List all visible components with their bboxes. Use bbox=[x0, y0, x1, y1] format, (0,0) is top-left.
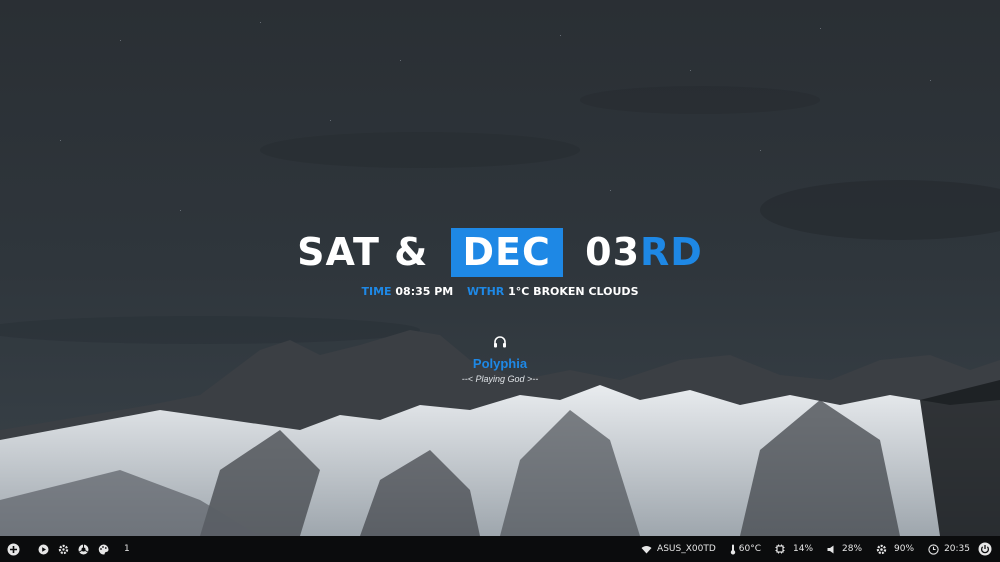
date-suffix: RD bbox=[640, 230, 703, 274]
wifi-module[interactable]: ASUS_X00TD bbox=[641, 544, 716, 554]
chrome-icon[interactable] bbox=[76, 542, 90, 556]
weather-value: 1°C BROKEN CLOUDS bbox=[508, 285, 639, 298]
plus-circle-icon[interactable] bbox=[6, 542, 20, 556]
wifi-ssid: ASUS_X00TD bbox=[657, 544, 716, 554]
date-widget: SAT & DEC 03RD bbox=[0, 228, 1000, 277]
brightness-icon bbox=[876, 544, 887, 554]
ampersand: & bbox=[394, 230, 429, 274]
song-title: --< Playing God >-- bbox=[461, 374, 539, 384]
wifi-icon bbox=[641, 545, 652, 553]
time-weather-line: TIME 08:35 PM WTHR 1°C BROKEN CLOUDS bbox=[0, 285, 1000, 298]
cpu-value: 14% bbox=[793, 544, 814, 554]
power-icon bbox=[978, 542, 992, 556]
day-label: SAT bbox=[297, 230, 380, 274]
weather-label: WTHR bbox=[466, 285, 505, 298]
gear-icon[interactable] bbox=[56, 542, 70, 556]
cpu-module[interactable]: 14% bbox=[775, 544, 813, 554]
clock-module[interactable]: 20:35 bbox=[928, 543, 970, 555]
thermometer-icon bbox=[730, 544, 735, 554]
music-widget: Polyphia --< Playing God >-- bbox=[0, 335, 1000, 384]
headphones-icon bbox=[494, 336, 506, 348]
brightness-value: 90% bbox=[894, 544, 915, 554]
palette-icon[interactable] bbox=[96, 542, 110, 556]
taskbar: 1 ASUS_X00TD 60°C 14% 28% 90% 20:35 bbox=[0, 536, 1000, 562]
workspace-indicator[interactable]: 1 bbox=[124, 544, 130, 554]
time-label: TIME bbox=[361, 285, 392, 298]
cpu-icon bbox=[775, 544, 785, 554]
volume-module[interactable]: 28% bbox=[827, 544, 862, 554]
date-number: 03 bbox=[585, 230, 641, 274]
power-button[interactable] bbox=[978, 542, 992, 556]
month-label: DEC bbox=[450, 228, 563, 277]
artist-name: Polyphia bbox=[472, 356, 528, 371]
clock-icon bbox=[928, 543, 939, 555]
play-icon[interactable] bbox=[36, 542, 50, 556]
temperature-module[interactable]: 60°C bbox=[730, 544, 761, 555]
time-value: 08:35 PM bbox=[395, 285, 454, 298]
temperature-value: 60°C bbox=[738, 544, 762, 554]
speaker-icon bbox=[827, 545, 834, 553]
brightness-module[interactable]: 90% bbox=[876, 544, 914, 555]
volume-value: 28% bbox=[842, 544, 863, 554]
clock-value: 20:35 bbox=[944, 544, 970, 554]
